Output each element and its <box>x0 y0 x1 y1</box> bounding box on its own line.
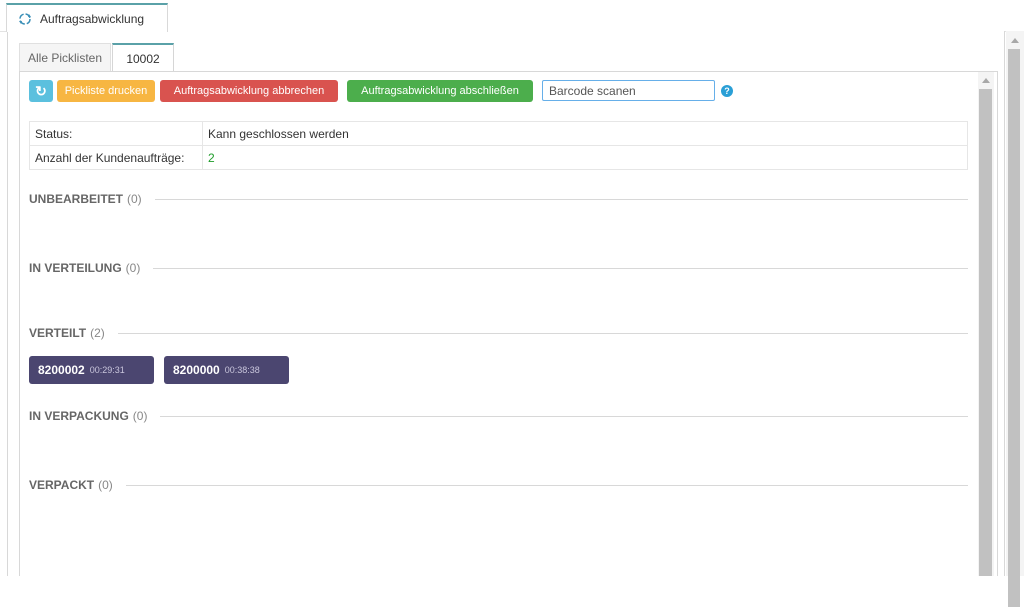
section-title: UNBEARBEITET <box>29 192 124 206</box>
outer-scrollbar[interactable] <box>1006 31 1024 607</box>
print-picklist-button[interactable]: Pickliste drucken <box>57 80 155 102</box>
section-verpackt: VERPACKT (0) <box>29 477 968 493</box>
barcode-input[interactable] <box>542 80 715 101</box>
order-number: 8200000 <box>173 363 220 377</box>
inner-scrollbar[interactable] <box>978 72 994 576</box>
inner-scrollbar-thumb[interactable] <box>979 89 992 576</box>
info-row-status: Status: Kann geschlossen werden <box>30 122 967 146</box>
orders-count-label: Anzahl der Kundenaufträge: <box>30 146 203 170</box>
section-title: IN VERPACKUNG <box>29 409 129 423</box>
tab-alle-picklisten[interactable]: Alle Picklisten <box>19 43 111 72</box>
section-divider <box>153 267 968 269</box>
abort-processing-button[interactable]: Auftragsabwicklung abbrechen <box>160 80 338 102</box>
section-divider <box>154 198 968 200</box>
status-value: Kann geschlossen werden <box>208 126 349 141</box>
refresh-cycle-icon <box>18 12 32 26</box>
scroll-up-arrow-icon[interactable] <box>1011 38 1019 43</box>
section-unbearbeitet: UNBEARBEITET (0) <box>29 191 968 207</box>
section-divider <box>160 415 968 417</box>
refresh-button[interactable]: ↻ <box>29 80 53 102</box>
refresh-icon: ↻ <box>35 82 47 99</box>
info-table: Status: Kann geschlossen werden Anzahl d… <box>29 121 968 170</box>
tab-10002[interactable]: 10002 <box>112 43 174 72</box>
order-chip-8200000[interactable]: 8200000 00:38:38 <box>164 356 289 384</box>
orders-count-value: 2 <box>208 151 215 165</box>
section-in-verteilung: IN VERTEILUNG (0) <box>29 260 968 276</box>
order-chip-8200002[interactable]: 8200002 00:29:31 <box>29 356 154 384</box>
order-time: 00:38:38 <box>224 365 260 375</box>
help-icon[interactable]: ? <box>721 85 733 97</box>
section-title: VERTEILT <box>29 326 87 340</box>
finish-processing-button[interactable]: Auftragsabwicklung abschließen <box>347 80 533 102</box>
scroll-up-arrow-icon[interactable] <box>982 78 990 83</box>
outer-scrollbar-thumb[interactable] <box>1008 49 1020 607</box>
section-count: (0) <box>98 478 113 492</box>
section-count: (2) <box>90 326 105 340</box>
order-time: 00:29:31 <box>89 365 125 375</box>
section-in-verpackung: IN VERPACKUNG (0) <box>29 408 968 424</box>
window-tab-auftragsabwicklung[interactable]: Auftragsabwicklung <box>6 3 168 32</box>
order-number: 8200002 <box>38 363 85 377</box>
section-title: IN VERTEILUNG <box>29 261 122 275</box>
section-count: (0) <box>127 192 142 206</box>
section-count: (0) <box>125 261 141 275</box>
window-tab-label: Auftragsabwicklung <box>40 11 145 26</box>
status-label: Status: <box>30 122 203 145</box>
section-divider <box>117 332 968 334</box>
section-count: (0) <box>132 409 148 423</box>
section-verteilt: VERTEILT (2) <box>29 325 968 341</box>
section-divider <box>125 484 968 486</box>
info-row-orders: Anzahl der Kundenaufträge: 2 <box>30 146 967 170</box>
section-title: VERPACKT <box>29 478 95 492</box>
